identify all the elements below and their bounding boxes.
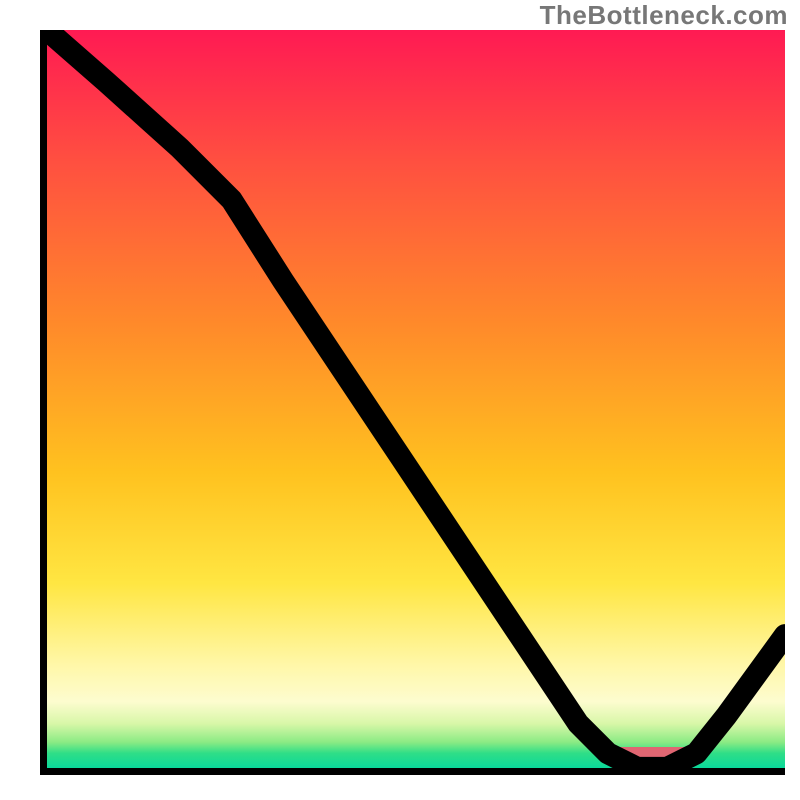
bottleneck-curve: [47, 30, 785, 768]
chart-canvas: TheBottleneck.com: [0, 0, 800, 800]
watermark-text: TheBottleneck.com: [540, 0, 788, 31]
curve-overlay: [47, 30, 785, 768]
plot-area: [40, 30, 785, 775]
